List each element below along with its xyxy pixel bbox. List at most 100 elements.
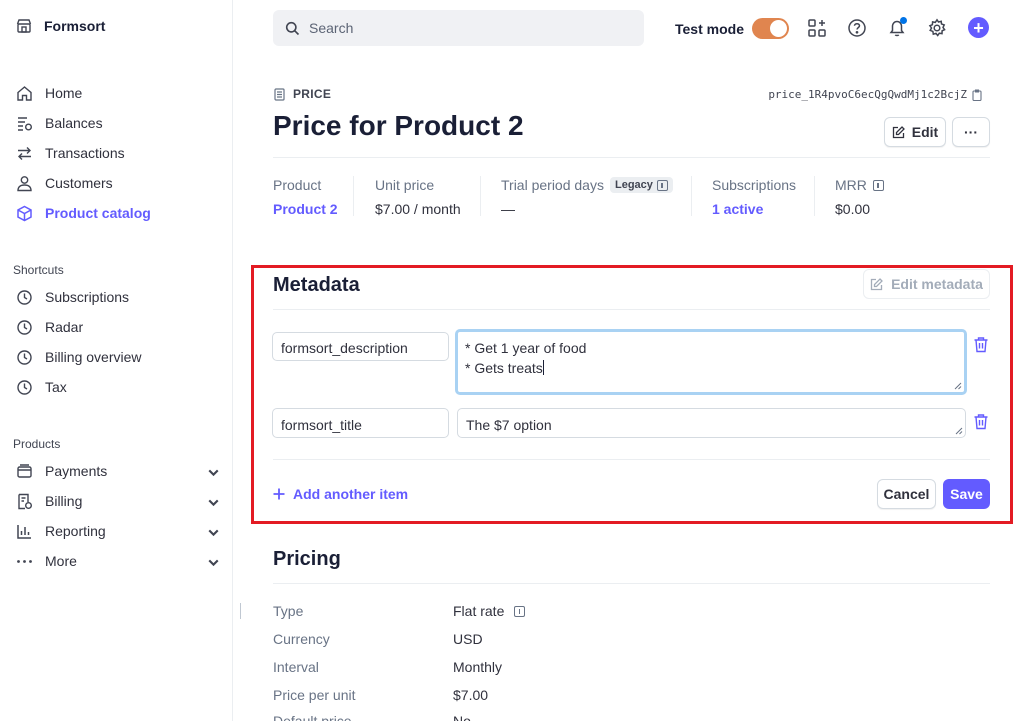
sidebar-item-product-catalog[interactable]: Product catalog bbox=[16, 202, 151, 224]
help-icon[interactable] bbox=[847, 18, 867, 38]
add-item-label: Add another item bbox=[293, 486, 409, 502]
apps-add-icon[interactable] bbox=[807, 18, 827, 38]
pricing-value: Monthly bbox=[453, 659, 503, 675]
pricing-label: Interval bbox=[273, 659, 319, 675]
copy-icon[interactable] bbox=[972, 88, 982, 101]
payments-icon bbox=[17, 463, 32, 478]
metadata-value-line: * Gets treats bbox=[465, 358, 957, 378]
pricing-label: Type bbox=[273, 603, 304, 619]
stat-label: MRR bbox=[835, 177, 867, 193]
sidebar-item-transactions[interactable]: Transactions bbox=[16, 142, 125, 164]
price-tag-icon bbox=[274, 87, 285, 101]
pricing-label: Default price bbox=[273, 713, 352, 721]
sidebar-item-billing[interactable]: Billing bbox=[16, 490, 219, 512]
sidebar-item-reporting[interactable]: Reporting bbox=[16, 520, 219, 542]
sidebar: Formsort Home Balances Transactions Cust… bbox=[0, 0, 233, 721]
metadata-value-line-text: * Gets treats bbox=[465, 360, 543, 376]
info-icon[interactable] bbox=[656, 179, 668, 191]
sidebar-item-label: Reporting bbox=[45, 523, 106, 539]
stat-label-row: MRR bbox=[835, 176, 884, 194]
pricing-value: No bbox=[453, 713, 471, 721]
sidebar-resize-handle[interactable] bbox=[240, 603, 241, 619]
info-icon[interactable] bbox=[872, 179, 884, 191]
save-button[interactable]: Save bbox=[943, 479, 990, 509]
test-mode-toggle[interactable] bbox=[751, 18, 789, 39]
notification-badge bbox=[900, 17, 907, 24]
sidebar-item-label: Product catalog bbox=[45, 205, 151, 221]
resize-handle-icon[interactable] bbox=[955, 427, 963, 435]
trash-icon[interactable] bbox=[973, 413, 989, 430]
sidebar-item-label: Transactions bbox=[45, 145, 125, 161]
home-icon bbox=[17, 85, 32, 101]
stat-mrr: MRR $0.00 bbox=[835, 176, 884, 217]
legacy-badge: Legacy bbox=[609, 177, 673, 193]
shortcut-subscriptions[interactable]: Subscriptions bbox=[16, 286, 129, 308]
pricing-value: Flat rate bbox=[453, 603, 505, 619]
transactions-icon bbox=[18, 146, 31, 160]
sidebar-item-payments[interactable]: Payments bbox=[16, 460, 219, 482]
cancel-button[interactable]: Cancel bbox=[877, 479, 936, 509]
create-button[interactable]: + bbox=[968, 17, 989, 38]
stat-separator bbox=[814, 176, 815, 216]
text-cursor bbox=[542, 360, 544, 375]
metadata-divider bbox=[273, 309, 990, 310]
legacy-badge-label: Legacy bbox=[614, 179, 653, 191]
customers-icon bbox=[17, 175, 32, 191]
metadata-value-textarea[interactable]: The $7 option bbox=[457, 408, 966, 438]
breadcrumb: PRICE bbox=[274, 87, 331, 101]
edit-button[interactable]: Edit bbox=[884, 117, 946, 147]
store-icon bbox=[16, 19, 32, 33]
metadata-key-field[interactable]: formsort_description bbox=[272, 332, 449, 361]
shortcut-radar[interactable]: Radar bbox=[16, 316, 83, 338]
stat-separator bbox=[691, 176, 692, 216]
metadata-value-textarea[interactable]: * Get 1 year of food * Gets treats bbox=[455, 329, 967, 395]
add-another-item-button[interactable]: Add another item bbox=[273, 486, 408, 502]
balances-icon bbox=[18, 116, 32, 131]
stat-value: $0.00 bbox=[835, 201, 871, 217]
sidebar-item-home[interactable]: Home bbox=[16, 82, 82, 104]
chevron-down-icon bbox=[208, 499, 219, 507]
subscriptions-link[interactable]: 1 active bbox=[712, 201, 796, 217]
info-icon[interactable] bbox=[514, 605, 526, 617]
trash-icon[interactable] bbox=[973, 336, 989, 353]
gear-icon[interactable] bbox=[927, 18, 947, 38]
more-options-label: ··· bbox=[964, 124, 978, 140]
save-label: Save bbox=[950, 486, 983, 502]
edit-metadata-button[interactable]: Edit metadata bbox=[863, 269, 990, 299]
pricing-label: Currency bbox=[273, 631, 330, 647]
stat-label: Product bbox=[273, 177, 322, 193]
stat-separator bbox=[480, 176, 481, 216]
shortcut-billing-overview[interactable]: Billing overview bbox=[16, 346, 141, 368]
pricing-value: $7.00 bbox=[453, 687, 489, 703]
search-input[interactable]: Search bbox=[273, 10, 644, 46]
search-placeholder: Search bbox=[309, 20, 354, 36]
metadata-key-field[interactable]: formsort_title bbox=[272, 408, 449, 438]
sidebar-item-customers[interactable]: Customers bbox=[16, 172, 113, 194]
metadata-value-line: * Get 1 year of food bbox=[465, 340, 587, 356]
edit-icon bbox=[870, 277, 884, 290]
stat-label: Trial period days bbox=[501, 177, 604, 193]
sidebar-item-label: More bbox=[45, 553, 77, 569]
brand[interactable]: Formsort bbox=[16, 18, 105, 34]
sidebar-item-balances[interactable]: Balances bbox=[16, 112, 103, 134]
stat-label: Unit price bbox=[375, 177, 435, 193]
test-mode-control: Test mode bbox=[675, 18, 789, 39]
shortcut-label: Tax bbox=[45, 379, 67, 395]
search-icon bbox=[285, 21, 300, 35]
shortcut-label: Billing overview bbox=[45, 349, 142, 365]
price-id-text: price_1R4pvoC6ecQgQwdMj1c2BcjZ bbox=[768, 88, 967, 101]
shortcut-tax[interactable]: Tax bbox=[16, 376, 67, 398]
metadata-key-value: formsort_description bbox=[281, 340, 408, 356]
more-options-button[interactable]: ··· bbox=[952, 117, 990, 147]
stat-value: — bbox=[501, 201, 515, 217]
metadata-title: Metadata bbox=[273, 274, 360, 296]
price-id[interactable]: price_1R4pvoC6ecQgQwdMj1c2BcjZ bbox=[768, 88, 982, 101]
sidebar-item-label: Billing bbox=[45, 493, 83, 509]
reporting-icon bbox=[17, 524, 31, 539]
sidebar-item-label: Home bbox=[45, 85, 83, 101]
clock-icon bbox=[17, 379, 32, 395]
resize-handle-icon[interactable] bbox=[954, 382, 962, 390]
sidebar-item-label: Balances bbox=[45, 115, 103, 131]
product-link[interactable]: Product 2 bbox=[273, 201, 338, 217]
sidebar-item-more[interactable]: More bbox=[16, 550, 219, 572]
